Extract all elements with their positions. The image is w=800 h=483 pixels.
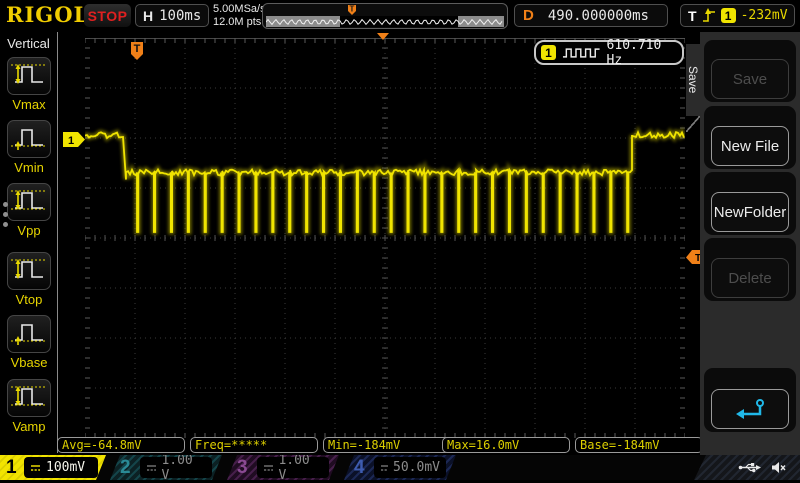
channel-1-number: 1	[6, 456, 17, 479]
svg-text:1: 1	[68, 135, 74, 147]
softkey-slot: New File	[704, 106, 796, 169]
save-button[interactable]: Save	[711, 59, 789, 99]
measurement-base: Base=-184mV	[575, 437, 703, 453]
softkey-slot: Delete	[704, 238, 796, 301]
softkey-slot: Save	[704, 40, 796, 102]
sample-rate: 5.00MSa/s	[213, 3, 266, 16]
square-wave-icon	[562, 46, 601, 60]
vpp-icon	[11, 186, 47, 219]
horizontal-position-marker-icon	[377, 33, 389, 40]
channel-2-scale: 1.00 V	[161, 453, 206, 483]
measurement-max: Max=16.0mV	[442, 437, 570, 453]
page-indicator-dot	[3, 212, 8, 217]
vpp-label: Vpp	[7, 223, 51, 238]
channel-status-bar: 1 100mV 2 1.00 V 3 1.00 V	[0, 455, 800, 480]
left-menu-separator	[57, 32, 58, 453]
timebase-value: 100ms	[159, 8, 201, 24]
vamp-icon	[11, 382, 47, 415]
channel-2-status[interactable]: 2 1.00 V	[108, 455, 222, 480]
channel-3-number: 3	[237, 456, 248, 479]
measure-item-vtop[interactable]: Vtop	[7, 252, 51, 307]
channel-4-status[interactable]: 4 50.0mV	[342, 455, 456, 480]
vbase-icon	[11, 318, 47, 351]
memory-depth: 12.0M pts	[213, 16, 266, 29]
measure-item-vbase[interactable]: Vbase	[7, 315, 51, 370]
measure-item-vpp[interactable]: Vpp	[7, 183, 51, 238]
measure-item-vamp[interactable]: Vamp	[7, 379, 51, 434]
dc-coupling-icon	[380, 464, 388, 472]
memory-trigger-flag-icon: T	[347, 4, 357, 16]
svg-text:T: T	[350, 5, 355, 14]
dc-coupling-icon	[146, 464, 156, 472]
delay-value: 490.000000ms	[548, 8, 649, 24]
trigger-label: T	[688, 8, 697, 24]
vmax-label: Vmax	[7, 97, 51, 112]
frequency-value: 610.710 Hz	[607, 38, 682, 68]
channel-2-number: 2	[120, 456, 131, 479]
channel-1-scale: 100mV	[46, 460, 85, 475]
dc-coupling-icon	[263, 464, 273, 472]
channel-3-status[interactable]: 3 1.00 V	[225, 455, 339, 480]
trigger-level-value: -232mV	[741, 8, 788, 23]
channel1-ground-marker-icon: 1	[63, 132, 86, 148]
measure-item-vmax[interactable]: Vmax	[7, 57, 51, 112]
system-status-segment	[694, 455, 800, 480]
return-button[interactable]	[711, 389, 789, 429]
svg-text:T: T	[134, 43, 141, 55]
acquisition-info: 5.00MSa/s 12.0M pts	[213, 3, 266, 29]
speaker-muted-icon	[771, 461, 786, 474]
delay-readout-group: D 490.000000ms	[514, 4, 668, 27]
channel-4-scale: 50.0mV	[393, 460, 440, 475]
vbase-label: Vbase	[7, 355, 51, 370]
menu-tab-diagonal	[686, 116, 700, 132]
vtop-label: Vtop	[7, 292, 51, 307]
usb-icon	[738, 461, 762, 474]
delay-label: D	[523, 7, 534, 24]
new-folder-button[interactable]: NewFolder	[711, 192, 789, 232]
vtop-icon	[11, 255, 47, 288]
measurement-freq: Freq=*****	[190, 437, 318, 453]
freq-counter-channel-badge: 1	[541, 45, 556, 60]
left-menu-title: Vertical	[0, 36, 57, 51]
memory-waveform-icon	[266, 16, 504, 27]
measurement-min: Min=-184mV	[323, 437, 451, 453]
top-status-bar: RIGOL STOP H 100ms 5.00MSa/s 12.0M pts T…	[0, 0, 800, 32]
softkey-slot	[704, 368, 796, 432]
channel-4-number: 4	[354, 456, 365, 479]
trigger-readout-group: T 1 -232mV	[680, 4, 795, 27]
return-arrow-icon	[733, 396, 767, 422]
graticule: T	[85, 38, 685, 438]
trigger-source-badge: 1	[721, 8, 736, 23]
channel-3-scale: 1.00 V	[278, 453, 323, 483]
delete-button[interactable]: Delete	[711, 258, 789, 298]
vmax-icon	[11, 60, 47, 93]
channel-1-status[interactable]: 1 100mV	[0, 455, 108, 480]
trigger-slope-icon	[702, 8, 716, 24]
vmin-label: Vmin	[7, 160, 51, 175]
run-state-indicator: STOP	[84, 4, 131, 27]
page-indicator-dot	[3, 222, 8, 227]
page-indicator-dot	[3, 202, 8, 207]
horizontal-timebase-group: H 100ms	[135, 4, 209, 27]
horizontal-label: H	[143, 8, 153, 24]
new-file-button[interactable]: New File	[711, 126, 789, 166]
softkey-slot: NewFolder	[704, 172, 796, 235]
menu-tab-save: Save	[686, 44, 700, 116]
rigol-logo: RIGOL	[6, 2, 89, 27]
dc-coupling-icon	[30, 464, 41, 472]
measurement-avg: Avg=-64.8mV	[57, 437, 185, 453]
vmin-icon	[11, 123, 47, 156]
frequency-counter-badge: 1 610.710 Hz	[534, 40, 684, 65]
measure-item-vmin[interactable]: Vmin	[7, 120, 51, 175]
vamp-label: Vamp	[7, 419, 51, 434]
